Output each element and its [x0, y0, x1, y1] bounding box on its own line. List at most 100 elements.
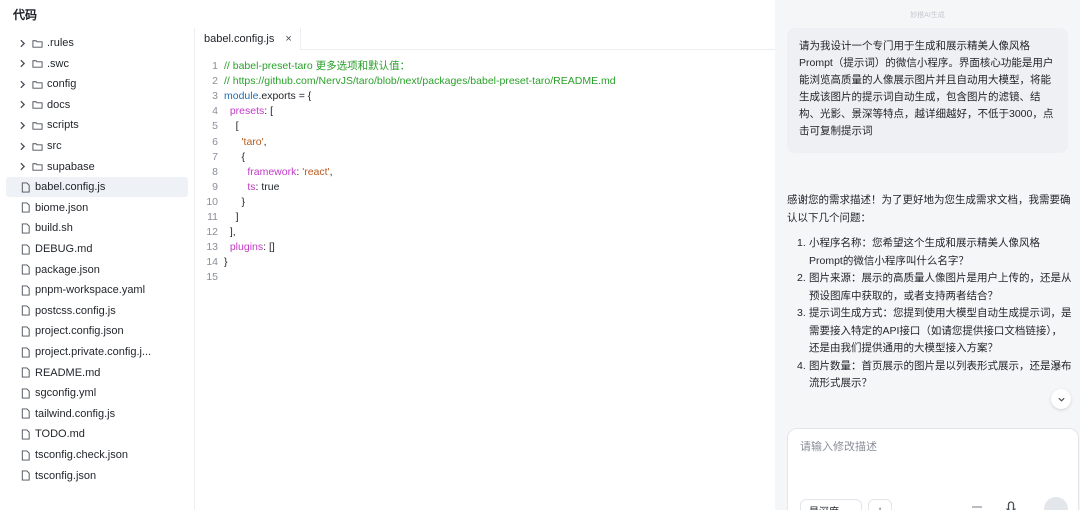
- line-number: 15: [206, 271, 218, 284]
- tree-folder[interactable]: src: [6, 136, 188, 156]
- assistant-reply-intro: 感谢您的需求描述！为了更好地为您生成需求文档，我需要确认以下几个问题：: [787, 194, 1071, 224]
- code-line: 11 ]: [196, 210, 239, 225]
- tree-file[interactable]: sgconfig.yml: [6, 383, 188, 403]
- tree-folder[interactable]: supabase: [6, 157, 188, 177]
- code-token: ,: [329, 165, 333, 178]
- code-token: }: [224, 256, 228, 269]
- chevron-down-icon: [1057, 397, 1065, 402]
- tree-file[interactable]: package.json: [6, 260, 188, 280]
- code-token: 'taro': [241, 135, 264, 148]
- scroll-down-button[interactable]: [1051, 389, 1071, 409]
- code-text: [: [224, 119, 239, 134]
- tree-item-label: docs: [47, 98, 71, 111]
- tree-file[interactable]: project.config.json: [6, 321, 188, 341]
- code-token: {: [224, 150, 246, 163]
- tree-item-label: .rules: [47, 37, 74, 49]
- file-icon: [21, 285, 30, 296]
- code-line: 6 'taro',: [196, 135, 266, 150]
- tree-folder[interactable]: scripts: [6, 115, 188, 135]
- code-line: 3 module.exports = {: [196, 89, 311, 104]
- tree-item-label: tsconfig.json: [35, 469, 97, 482]
- assistant-label: 妙搭AI生成: [910, 12, 945, 19]
- code-token: .exports = {: [258, 90, 312, 103]
- chevron-right-icon[interactable]: [17, 99, 28, 110]
- code-token: ts: [247, 180, 256, 193]
- file-icon: [21, 470, 30, 481]
- tree-folder[interactable]: config: [6, 74, 188, 94]
- tree-file[interactable]: tsconfig.check.json: [6, 445, 188, 465]
- code-token: 'react': [302, 165, 330, 178]
- tree-folder[interactable]: .rules: [6, 33, 188, 53]
- chevron-right-icon[interactable]: [17, 58, 28, 69]
- code-text: // https://github.com/NervJS/taro/blob/n…: [224, 74, 616, 89]
- tree-file[interactable]: DEBUG.md: [6, 239, 188, 259]
- tab-babel-config[interactable]: babel.config.js ×: [196, 28, 301, 50]
- code-line: 12 ],: [196, 225, 235, 240]
- mic-icon[interactable]: [1004, 501, 1018, 510]
- tree-file[interactable]: project.private.config.j...: [6, 342, 188, 362]
- question-item: 3. 提示词生成方式：您提到使用大模型自动生成提示词，是需要接入特定的API接口（…: [787, 305, 1072, 358]
- tree-file[interactable]: build.sh: [6, 218, 188, 238]
- code-token: module: [224, 90, 259, 103]
- tree-item-label: tsconfig.check.json: [35, 449, 128, 461]
- question-number: 2.: [797, 272, 806, 284]
- code-line: 15: [196, 270, 218, 285]
- tree-file[interactable]: TODO.md: [6, 424, 188, 444]
- chevron-right-icon[interactable]: [17, 161, 28, 172]
- tree-file[interactable]: babel.config.js: [6, 177, 188, 198]
- assistant-message: 感谢您的需求描述！为了更好地为您生成需求文档，我需要确认以下几个问题： 1. 小程…: [787, 192, 1072, 393]
- line-number: 1: [212, 60, 218, 72]
- options-icon[interactable]: [970, 503, 984, 510]
- tree-item-label: project.config.json: [35, 325, 124, 338]
- code-token: : true: [255, 180, 280, 193]
- code-text: ]: [224, 210, 239, 225]
- tree-file[interactable]: biome.json: [6, 198, 188, 218]
- code-token: ,: [263, 135, 267, 148]
- file-icon: [21, 367, 30, 378]
- file-icon: [21, 264, 30, 275]
- line-number: 6: [212, 135, 218, 148]
- tree-file[interactable]: tailwind.config.js: [6, 404, 188, 424]
- code-text: }: [224, 255, 228, 270]
- line-number: 11: [207, 211, 218, 223]
- code-line: 1 // babel-preset-taro 更多选项和默认值：: [196, 59, 410, 74]
- tree-item-label: tailwind.config.js: [35, 407, 116, 420]
- chevron-right-icon[interactable]: [17, 38, 28, 49]
- tree-item-label: project.private.config.j...: [35, 346, 152, 358]
- file-icon: [21, 305, 30, 316]
- folder-icon: [32, 142, 43, 151]
- line-number: 13: [206, 241, 218, 254]
- line-number: 3: [212, 90, 218, 103]
- tree-item-label: sgconfig.yml: [35, 387, 97, 400]
- close-icon[interactable]: ×: [285, 33, 291, 45]
- editor-tabbar: babel.config.js ×: [196, 28, 775, 50]
- tree-file[interactable]: tsconfig.json: [6, 466, 188, 486]
- modify-description-input[interactable]: [800, 441, 1060, 453]
- mode-select[interactable]: 是深度: [800, 499, 862, 510]
- add-button[interactable]: +: [868, 499, 892, 510]
- chevron-right-icon[interactable]: [17, 141, 28, 152]
- question-item: 1. 小程序名称：您希望这个生成和展示精美人像风格Prompt的微信小程序叫什么名…: [787, 235, 1072, 270]
- code-text: {: [224, 150, 246, 165]
- chevron-right-icon[interactable]: [17, 120, 28, 131]
- question-list: 1. 小程序名称：您希望这个生成和展示精美人像风格Prompt的微信小程序叫什么名…: [787, 235, 1072, 393]
- code-token: [: [224, 120, 239, 133]
- tree-folder[interactable]: docs: [6, 95, 188, 115]
- tree-folder[interactable]: .swc: [6, 54, 188, 74]
- code-token: : []: [263, 241, 275, 254]
- tree-file[interactable]: README.md: [6, 363, 188, 383]
- question-number: 4.: [797, 359, 806, 372]
- line-number: 4: [212, 105, 218, 118]
- tree-file[interactable]: postcss.config.js: [6, 301, 188, 321]
- chevron-right-icon[interactable]: [17, 79, 28, 90]
- tree-file[interactable]: pnpm-workspace.yaml: [6, 280, 188, 300]
- code-token: ]: [224, 211, 239, 223]
- folder-icon: [32, 101, 43, 109]
- file-icon: [21, 243, 30, 255]
- send-button[interactable]: [1044, 497, 1068, 510]
- tree-item-label: config: [47, 78, 77, 91]
- code-line: 2 // https://github.com/NervJS/taro/blob/…: [196, 74, 615, 89]
